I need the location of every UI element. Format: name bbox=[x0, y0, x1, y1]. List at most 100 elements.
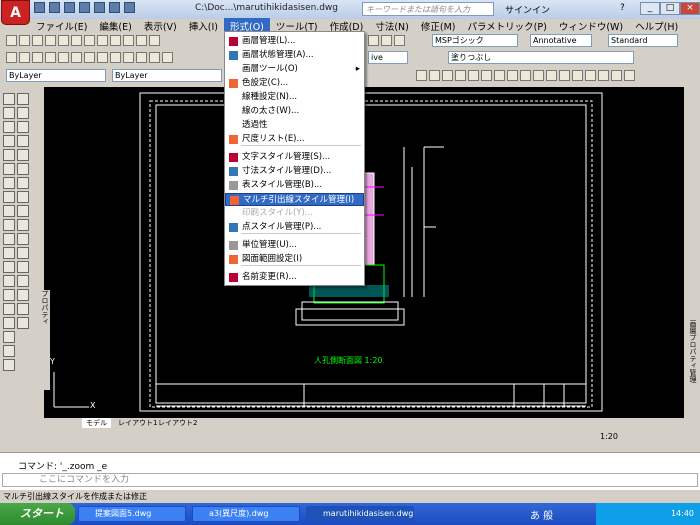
menu-0[interactable]: ファイル(E) bbox=[30, 18, 93, 33]
tool-icon[interactable] bbox=[17, 163, 29, 175]
paste-icon[interactable] bbox=[110, 35, 121, 46]
close-button[interactable]: × bbox=[680, 2, 700, 15]
snap-icon[interactable] bbox=[455, 70, 466, 81]
signin-button[interactable]: サインイン bbox=[505, 3, 550, 16]
format-menu-item[interactable]: 文字スタイル管理(S)... bbox=[225, 151, 364, 164]
print-icon[interactable] bbox=[94, 2, 105, 13]
tool-icon[interactable] bbox=[17, 93, 29, 105]
redo-icon[interactable] bbox=[124, 2, 135, 13]
snap-icon[interactable] bbox=[611, 70, 622, 81]
menu-1[interactable]: 編集(E) bbox=[93, 18, 137, 33]
task-item[interactable]: a3(異尺度).dwg bbox=[192, 506, 300, 522]
tool-icon[interactable] bbox=[3, 219, 15, 231]
help-icon[interactable]: ? bbox=[620, 3, 625, 13]
tool-icon[interactable] bbox=[3, 317, 15, 329]
snap-icon[interactable] bbox=[546, 70, 557, 81]
tool-icon[interactable] bbox=[3, 149, 15, 161]
format-menu-item[interactable]: 名前変更(R)... bbox=[225, 271, 364, 284]
annotative-select[interactable]: Annotative bbox=[530, 34, 592, 47]
menu-7[interactable]: 寸法(N) bbox=[369, 18, 415, 33]
draw-icon[interactable] bbox=[136, 52, 147, 63]
format-menu-item[interactable]: 画層管理(L)... bbox=[225, 35, 364, 48]
tool-icon[interactable] bbox=[17, 107, 29, 119]
tool-icon[interactable] bbox=[17, 317, 29, 329]
fill-select[interactable]: 塗りつぶし bbox=[448, 51, 634, 64]
format-menu-item[interactable]: 画層ツール(O) ▸ bbox=[225, 63, 364, 76]
snap-icon[interactable] bbox=[442, 70, 453, 81]
task-item-active[interactable]: marutihikidasisen.dwg bbox=[306, 506, 414, 522]
draw-icon[interactable] bbox=[123, 52, 134, 63]
snap-icon[interactable] bbox=[598, 70, 609, 81]
tool-icon[interactable] bbox=[3, 345, 15, 357]
search-input[interactable]: キーワードまたは語句を入力 bbox=[362, 2, 494, 16]
matchprop-icon[interactable] bbox=[123, 35, 134, 46]
format-menu-item[interactable]: 色設定(C)... bbox=[225, 77, 364, 90]
snap-icon[interactable] bbox=[468, 70, 479, 81]
draw-icon[interactable] bbox=[162, 52, 173, 63]
application-menu-button[interactable]: A bbox=[1, 0, 30, 25]
tool-icon[interactable] bbox=[3, 261, 15, 273]
tab-layout2[interactable]: レイアウト2 bbox=[154, 418, 201, 428]
new-icon[interactable] bbox=[34, 2, 45, 13]
tool-icon[interactable] bbox=[17, 219, 29, 231]
tool-icon[interactable] bbox=[17, 247, 29, 259]
tool-icon[interactable] bbox=[17, 233, 29, 245]
format-menu-item[interactable]: 透過性 bbox=[225, 119, 364, 132]
snap-icon[interactable] bbox=[520, 70, 531, 81]
menu-2[interactable]: 表示(V) bbox=[138, 18, 183, 33]
draw-icon[interactable] bbox=[71, 52, 82, 63]
menu-8[interactable]: 修正(M) bbox=[415, 18, 462, 33]
tool-icon[interactable] bbox=[3, 289, 15, 301]
ime-indicator[interactable]: あ 般 bbox=[530, 507, 553, 522]
maximize-button[interactable]: □ bbox=[660, 2, 680, 15]
tool-icon[interactable] bbox=[3, 331, 15, 343]
draw-icon[interactable] bbox=[6, 52, 17, 63]
snap-icon[interactable] bbox=[494, 70, 505, 81]
open-icon[interactable] bbox=[19, 35, 30, 46]
calc-icon[interactable] bbox=[368, 35, 379, 46]
format-menu-item[interactable]: マルチ引出線スタイル管理(I) bbox=[225, 193, 364, 206]
snap-icon[interactable] bbox=[585, 70, 596, 81]
dim-style-select[interactable]: ive bbox=[368, 51, 408, 64]
tool-icon[interactable] bbox=[3, 93, 15, 105]
tool-icon[interactable] bbox=[3, 233, 15, 245]
save-icon[interactable] bbox=[32, 35, 43, 46]
tool-icon[interactable] bbox=[17, 275, 29, 287]
tool-icon[interactable] bbox=[3, 163, 15, 175]
draw-icon[interactable] bbox=[110, 52, 121, 63]
minimize-button[interactable]: _ bbox=[640, 2, 660, 15]
annotation-scale[interactable]: 1:20 bbox=[600, 432, 618, 441]
redo-icon[interactable] bbox=[149, 35, 160, 46]
draw-icon[interactable] bbox=[32, 52, 43, 63]
undo-icon[interactable] bbox=[109, 2, 120, 13]
tool-icon[interactable] bbox=[17, 121, 29, 133]
save-icon[interactable] bbox=[64, 2, 75, 13]
tool-icon[interactable] bbox=[17, 191, 29, 203]
publish-icon[interactable] bbox=[71, 35, 82, 46]
open-icon[interactable] bbox=[49, 2, 60, 13]
snap-icon[interactable] bbox=[481, 70, 492, 81]
snap-icon[interactable] bbox=[572, 70, 583, 81]
color-select[interactable]: ByLayer bbox=[6, 69, 106, 82]
menu-11[interactable]: ヘルプ(H) bbox=[629, 18, 684, 33]
copy-icon[interactable] bbox=[97, 35, 108, 46]
saveas-icon[interactable] bbox=[79, 2, 90, 13]
draw-icon[interactable] bbox=[45, 52, 56, 63]
tool-icon[interactable] bbox=[3, 359, 15, 371]
start-button[interactable]: スタート bbox=[0, 503, 75, 525]
properties-palette-tab[interactable]: プロパティ bbox=[40, 290, 50, 390]
format-menu-item[interactable]: 表スタイル管理(B)... bbox=[225, 179, 364, 192]
undo-icon[interactable] bbox=[136, 35, 147, 46]
draw-icon[interactable] bbox=[149, 52, 160, 63]
linetype-select[interactable]: ByLayer bbox=[112, 69, 222, 82]
draw-icon[interactable] bbox=[84, 52, 95, 63]
draw-icon[interactable] bbox=[58, 52, 69, 63]
tool-icon[interactable] bbox=[3, 177, 15, 189]
menu-3[interactable]: 挿入(I) bbox=[183, 18, 224, 33]
tool-icon[interactable] bbox=[3, 303, 15, 315]
snap-icon[interactable] bbox=[533, 70, 544, 81]
tool-icon[interactable] bbox=[3, 121, 15, 133]
markup-icon[interactable] bbox=[381, 35, 392, 46]
cut-icon[interactable] bbox=[84, 35, 95, 46]
format-menu-item[interactable]: 単位管理(U)... bbox=[225, 239, 364, 252]
